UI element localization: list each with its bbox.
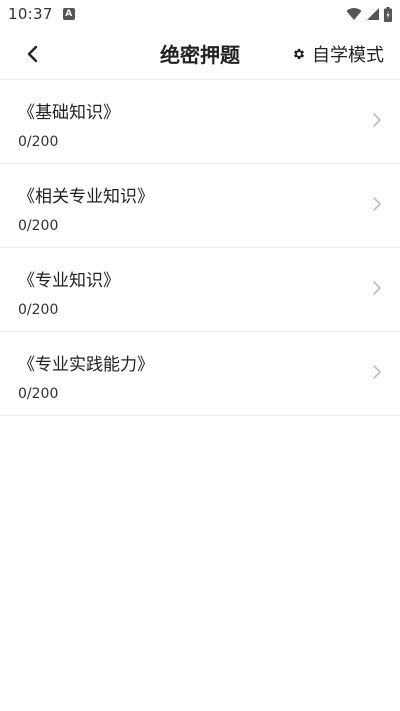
status-right <box>346 6 392 22</box>
chevron-right-icon <box>373 281 381 295</box>
gear-icon <box>293 48 305 60</box>
item-progress: 0/200 <box>18 386 59 402</box>
item-title: 《专业知识》 <box>18 271 120 291</box>
status-bar: 10:37 A <box>0 0 400 28</box>
cell-signal-icon <box>367 8 379 20</box>
item-title: 《基础知识》 <box>18 103 120 123</box>
list-item[interactable]: 《相关专业知识》 0/200 <box>0 164 400 248</box>
chevron-right-icon <box>373 113 381 127</box>
status-time: 10:37 <box>8 5 53 23</box>
list-item[interactable]: 《专业知识》 0/200 <box>0 248 400 332</box>
app-notification-icon: A <box>62 8 75 20</box>
item-title: 《相关专业知识》 <box>18 187 154 207</box>
back-button[interactable] <box>16 28 48 80</box>
wifi-icon <box>346 8 362 20</box>
item-title: 《专业实践能力》 <box>18 355 154 375</box>
list-item[interactable]: 《专业实践能力》 0/200 <box>0 332 400 416</box>
self-study-mode-button[interactable]: 自学模式 <box>292 28 384 80</box>
battery-icon <box>384 6 392 22</box>
app-bar: 绝密押题 自学模式 <box>0 28 400 80</box>
question-bank-list: 《基础知识》 0/200 《相关专业知识》 0/200 《专业知识》 0/200… <box>0 80 400 416</box>
item-progress: 0/200 <box>18 134 59 150</box>
self-study-mode-label: 自学模式 <box>312 45 384 66</box>
chevron-left-icon <box>27 45 38 63</box>
list-item[interactable]: 《基础知识》 0/200 <box>0 80 400 164</box>
item-progress: 0/200 <box>18 218 59 234</box>
item-progress: 0/200 <box>18 302 59 318</box>
chevron-right-icon <box>373 365 381 379</box>
chevron-right-icon <box>373 197 381 211</box>
status-left: 10:37 A <box>8 5 75 23</box>
